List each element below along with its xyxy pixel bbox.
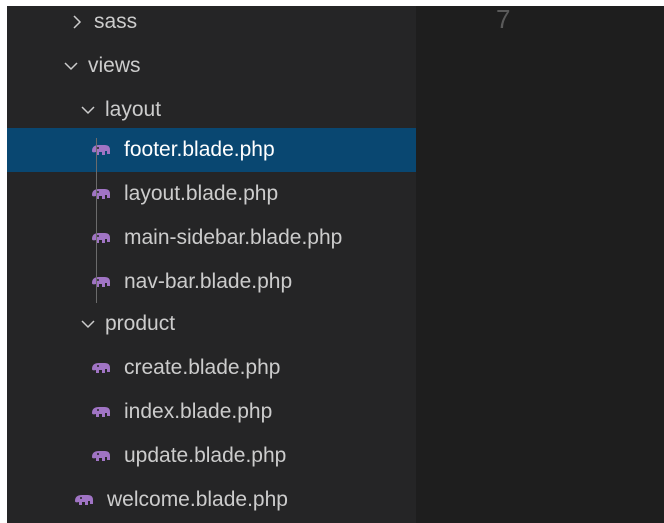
- chevron-right-icon: [70, 15, 84, 29]
- tree-file-nav-bar-blade-php[interactable]: nav-bar.blade.php: [7, 260, 416, 304]
- tree-item-label: update.blade.php: [124, 444, 287, 467]
- tree-item-label: layout.blade.php: [124, 182, 279, 205]
- tree-item-label: nav-bar.blade.php: [124, 270, 293, 293]
- php-elephant-icon: [90, 274, 112, 290]
- line-number: 7: [496, 4, 511, 34]
- tree-file-welcome-blade-php[interactable]: welcome.blade.php: [7, 478, 416, 522]
- tree-item-label: main-sidebar.blade.php: [124, 226, 343, 249]
- tree-folder-layout[interactable]: layout: [7, 88, 416, 132]
- tree-item-label: sass: [94, 10, 138, 33]
- tree-folder-product[interactable]: product: [7, 302, 416, 346]
- window-border-left: [0, 0, 7, 523]
- indent-guide: [96, 138, 97, 303]
- tree-item-label: index.blade.php: [124, 400, 273, 423]
- tree-file-footer-blade-php[interactable]: footer.blade.php: [7, 128, 416, 172]
- tree-file-update-blade-php[interactable]: update.blade.php: [7, 434, 416, 478]
- php-elephant-icon: [73, 492, 95, 508]
- php-elephant-icon: [90, 142, 112, 158]
- tree-folder-sass[interactable]: sass: [7, 0, 416, 44]
- tree-file-main-sidebar-blade-php[interactable]: main-sidebar.blade.php: [7, 216, 416, 260]
- tree-file-index-blade-php[interactable]: index.blade.php: [7, 390, 416, 434]
- chevron-down-icon: [64, 59, 78, 73]
- tree-file-create-blade-php[interactable]: create.blade.php: [7, 346, 416, 390]
- explorer-panel: sass views layout footer.blade.php layou…: [7, 6, 416, 523]
- php-elephant-icon: [90, 448, 112, 464]
- tree-item-label: layout: [105, 98, 162, 121]
- tree-folder-views[interactable]: views: [7, 44, 416, 88]
- tree-item-label: product: [105, 312, 176, 335]
- tree-item-label: footer.blade.php: [124, 138, 275, 161]
- tree-file-layout-blade-php[interactable]: layout.blade.php: [7, 172, 416, 216]
- editor-area[interactable]: 7: [416, 4, 664, 523]
- vscode-window: sass views layout footer.blade.php layou…: [0, 0, 664, 523]
- tree-item-label: views: [88, 54, 141, 77]
- chevron-down-icon: [81, 103, 95, 117]
- tree-item-label: welcome.blade.php: [107, 488, 288, 511]
- php-elephant-icon: [90, 230, 112, 246]
- chevron-down-icon: [81, 317, 95, 331]
- tree-item-label: create.blade.php: [124, 356, 281, 379]
- php-elephant-icon: [90, 360, 112, 376]
- php-elephant-icon: [90, 186, 112, 202]
- php-elephant-icon: [90, 404, 112, 420]
